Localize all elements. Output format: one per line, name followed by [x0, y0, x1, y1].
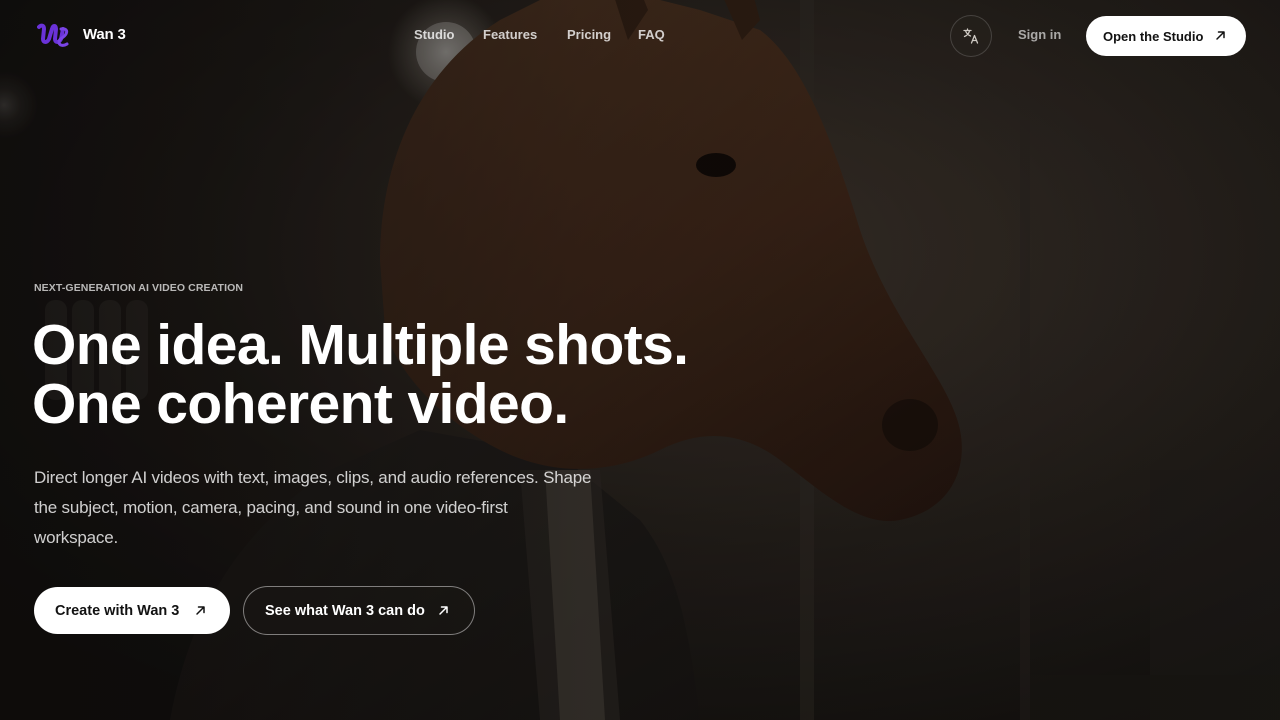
arrow-up-right-icon	[439, 606, 448, 615]
create-with-wan-label: Create with Wan 3	[55, 602, 180, 619]
nav-item-pricing[interactable]: Pricing	[567, 27, 611, 42]
see-what-wan-can-do-label: See what Wan 3 can do	[265, 602, 425, 619]
open-studio-label: Open the Studio	[1103, 28, 1204, 44]
nav-item-studio[interactable]: Studio	[414, 27, 454, 42]
nav-item-faq[interactable]: FAQ	[638, 27, 665, 42]
sign-in-link[interactable]: Sign in	[1018, 27, 1061, 42]
hero-subcopy: Direct longer AI videos with text, image…	[34, 468, 592, 547]
top-navigation-bar: Wan 3 Studio Features Pricing FAQ Sign i…	[0, 0, 1280, 72]
hero-headline-line-1: One idea. Multiple shots.	[32, 313, 689, 377]
create-with-wan-button[interactable]: Create with Wan 3	[34, 587, 230, 634]
nav-item-features[interactable]: Features	[483, 27, 537, 42]
arrow-up-right-icon	[196, 606, 205, 615]
translate-icon	[963, 28, 979, 44]
language-button[interactable]	[950, 15, 992, 57]
hero-eyebrow: NEXT-GENERATION AI VIDEO CREATION	[34, 282, 244, 294]
open-studio-button[interactable]: Open the Studio	[1086, 16, 1246, 56]
arrow-up-right-icon	[1216, 31, 1225, 40]
see-what-wan-can-do-button[interactable]: See what Wan 3 can do	[243, 586, 475, 635]
hero-headline: One idea. Multiple shots. One coherent v…	[32, 313, 689, 436]
brand-name[interactable]: Wan 3	[83, 26, 126, 43]
wan-logo-icon[interactable]	[37, 23, 69, 49]
hero-headline-line-2: One coherent video.	[32, 372, 569, 436]
